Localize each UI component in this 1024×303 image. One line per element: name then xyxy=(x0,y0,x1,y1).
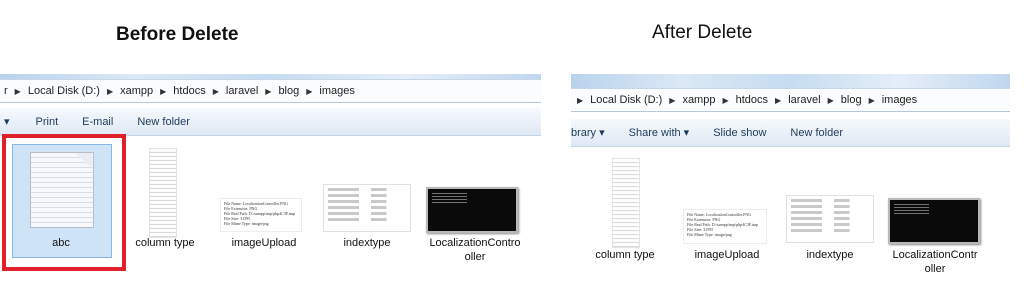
file-name: imageUpload xyxy=(694,249,760,261)
file-item-column-type[interactable]: column type xyxy=(125,236,205,250)
chevron-right-icon[interactable]: ▶ xyxy=(104,87,116,96)
chevron-right-icon[interactable]: ▶ xyxy=(719,96,731,105)
share-with-button[interactable]: Share with ▾ xyxy=(617,126,702,139)
image-thumbnail[interactable] xyxy=(149,148,177,238)
file-name: LocalizationContro xyxy=(429,237,521,249)
breadcrumb-item[interactable]: xampp xyxy=(116,85,157,97)
file-item-imageupload[interactable]: imageUpload xyxy=(218,236,310,250)
chevron-right-icon[interactable]: ▶ xyxy=(303,87,315,96)
library-dropdown-button[interactable]: brary ▾ xyxy=(571,126,617,139)
file-name-continued: oller xyxy=(924,263,946,275)
breadcrumb-item[interactable]: images xyxy=(315,85,358,97)
email-button[interactable]: E-mail xyxy=(70,116,125,128)
file-name: imageUpload xyxy=(231,237,297,249)
breadcrumb-item[interactable]: laravel xyxy=(784,94,824,106)
image-thumbnail[interactable] xyxy=(612,158,640,248)
file-name: indextype xyxy=(343,237,391,249)
breadcrumb-item[interactable]: Local Disk (D:) xyxy=(24,85,104,97)
chevron-right-icon[interactable]: ▶ xyxy=(157,87,169,96)
chevron-right-icon[interactable]: ▶ xyxy=(262,87,274,96)
breadcrumb-item[interactable]: blog xyxy=(837,94,866,106)
chevron-right-icon[interactable]: ▶ xyxy=(866,96,878,105)
file-item-localizationcontroller[interactable]: LocalizationContr oller xyxy=(883,248,987,276)
organize-dropdown-button[interactable]: ▾ xyxy=(0,115,24,128)
file-name: LocalizationContr xyxy=(892,249,978,261)
breadcrumb-item[interactable]: Local Disk (D:) xyxy=(586,94,666,106)
slide-show-button[interactable]: Slide show xyxy=(701,127,778,139)
thumbnail-text: File Mime Type: image/png xyxy=(687,232,732,237)
file-item-indextype[interactable]: indextype xyxy=(323,236,411,250)
chevron-right-icon[interactable]: ▶ xyxy=(571,96,586,105)
file-item-column-type[interactable]: column type xyxy=(585,248,665,262)
breadcrumb-item[interactable]: htdocs xyxy=(732,94,772,106)
image-thumbnail[interactable] xyxy=(888,198,980,244)
file-name: column type xyxy=(595,249,655,261)
file-name-continued: oller xyxy=(464,251,486,263)
breadcrumb-item[interactable]: xampp xyxy=(678,94,719,106)
explorer-window-before: r ▶ Local Disk (D:) ▶ xampp ▶ htdocs ▶ l… xyxy=(0,74,541,303)
print-button[interactable]: Print xyxy=(24,116,71,128)
red-highlight-box xyxy=(2,134,126,271)
breadcrumb-item[interactable]: images xyxy=(878,94,921,106)
window-frame xyxy=(571,74,1010,88)
address-bar[interactable]: ▶ Local Disk (D:) ▶ xampp ▶ htdocs ▶ lar… xyxy=(571,88,1010,112)
file-name: indextype xyxy=(806,249,854,261)
chevron-right-icon[interactable]: ▶ xyxy=(210,87,222,96)
chevron-right-icon[interactable]: ▶ xyxy=(12,87,24,96)
breadcrumb-item[interactable]: r xyxy=(0,85,12,97)
command-bar: ▾ Print E-mail New folder xyxy=(0,108,541,136)
command-bar: brary ▾ Share with ▾ Slide show New fold… xyxy=(571,119,1010,147)
address-bar[interactable]: r ▶ Local Disk (D:) ▶ xampp ▶ htdocs ▶ l… xyxy=(0,79,541,103)
breadcrumb-item[interactable]: laravel xyxy=(222,85,262,97)
file-item-indextype[interactable]: indextype xyxy=(786,248,874,262)
thumbnail-text: File Mime Type: image/png xyxy=(224,221,269,226)
chevron-right-icon[interactable]: ▶ xyxy=(825,96,837,105)
file-item-imageupload[interactable]: imageUpload xyxy=(681,248,773,262)
image-thumbnail[interactable] xyxy=(323,184,411,232)
image-thumbnail[interactable]: File Name: LocalizationController.PNG Fi… xyxy=(683,209,767,244)
chevron-right-icon[interactable]: ▶ xyxy=(666,96,678,105)
breadcrumb-item[interactable]: blog xyxy=(274,85,303,97)
image-thumbnail[interactable]: File Name: LocalizationController.PNG Fi… xyxy=(220,198,302,232)
image-thumbnail[interactable] xyxy=(426,187,518,233)
chevron-right-icon[interactable]: ▶ xyxy=(772,96,784,105)
explorer-window-after: ▶ Local Disk (D:) ▶ xampp ▶ htdocs ▶ lar… xyxy=(571,74,1010,303)
file-item-localizationcontroller[interactable]: LocalizationContro oller xyxy=(420,236,530,264)
before-delete-title: Before Delete xyxy=(116,24,239,45)
new-folder-button[interactable]: New folder xyxy=(778,127,855,139)
breadcrumb-item[interactable]: htdocs xyxy=(169,85,209,97)
new-folder-button[interactable]: New folder xyxy=(125,116,202,128)
image-thumbnail[interactable] xyxy=(786,195,874,243)
file-name: column type xyxy=(135,237,195,249)
after-delete-title: After Delete xyxy=(652,22,753,43)
